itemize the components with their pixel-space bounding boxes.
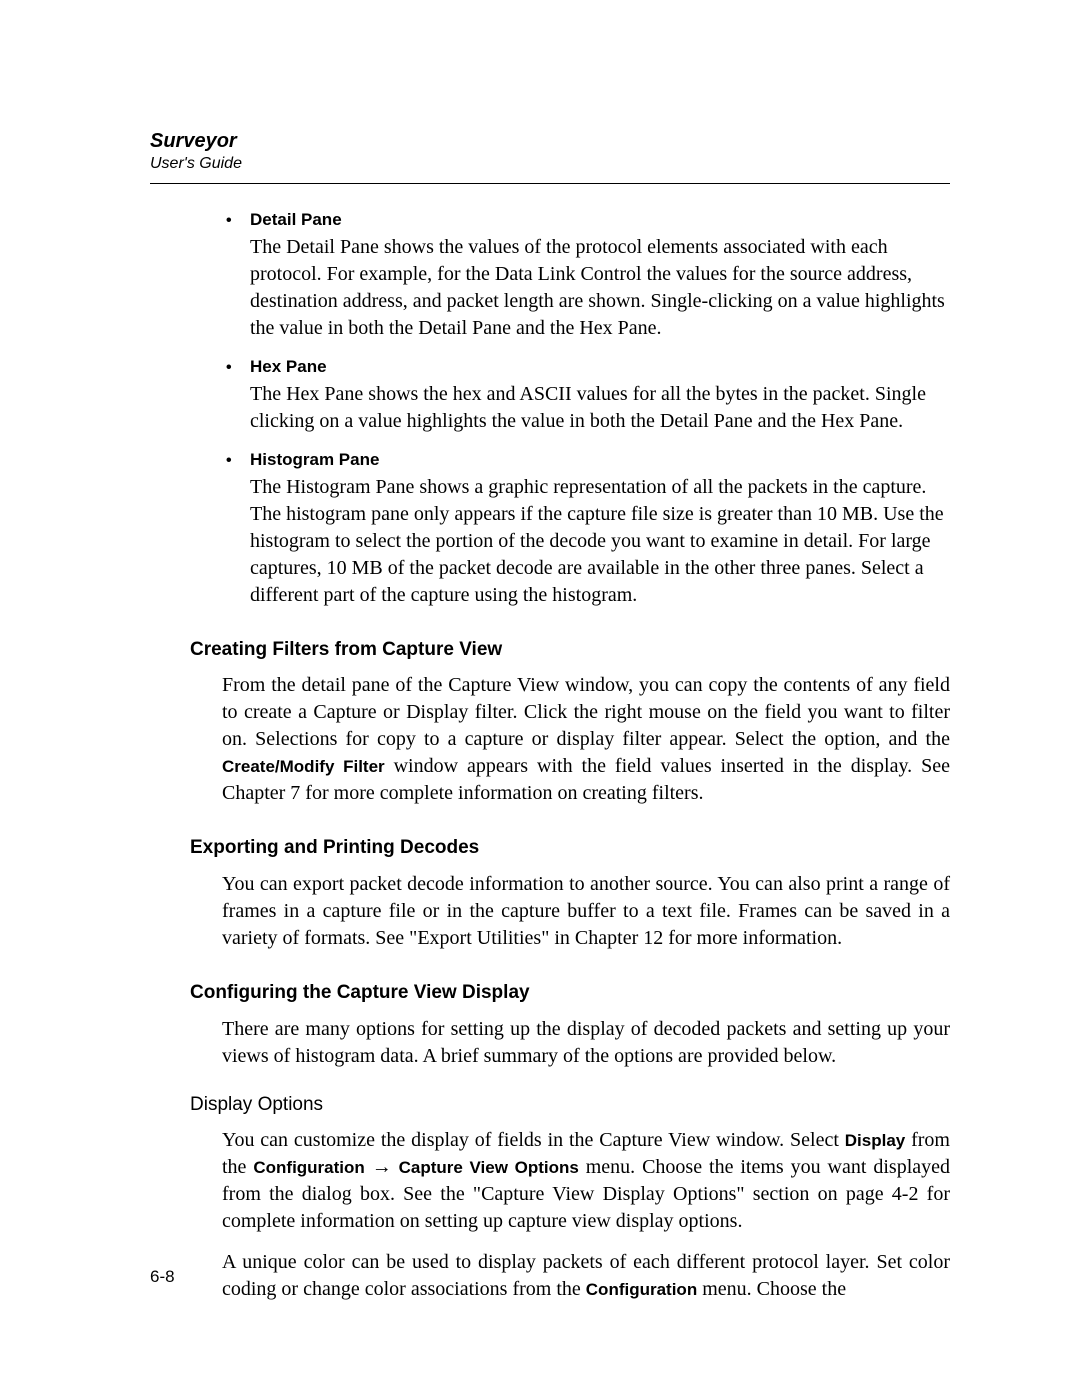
ui-label-display: Display [845,1131,905,1150]
pane-title: Histogram Pane [250,449,950,472]
arrow-icon: → [365,1156,399,1178]
text-run: You can customize the display of fields … [222,1129,845,1151]
paragraph: You can customize the display of fields … [222,1127,950,1235]
header-subtitle: User's Guide [150,155,950,173]
paragraph: A unique color can be used to display pa… [222,1249,950,1303]
header-title: Surveyor [150,130,950,153]
text-run: From the detail pane of the Capture View… [222,674,950,750]
pane-title: Detail Pane [250,209,950,232]
pane-body: The Detail Pane shows the values of the … [250,236,945,339]
section-heading-filters: Creating Filters from Capture View [190,637,950,663]
list-item: Detail Pane The Detail Pane shows the va… [222,209,950,342]
ui-label-capture-view-options: Capture View Options [399,1158,579,1177]
body-content: Detail Pane The Detail Pane shows the va… [222,209,950,1303]
list-item: Hex Pane The Hex Pane shows the hex and … [222,356,950,435]
paragraph: You can export packet decode information… [222,871,950,952]
document-page: Surveyor User's Guide Detail Pane The De… [0,0,1080,1397]
running-header: Surveyor User's Guide [150,130,950,173]
pane-title: Hex Pane [250,356,950,379]
pane-body: The Hex Pane shows the hex and ASCII val… [250,383,926,432]
section-heading-configuring: Configuring the Capture View Display [190,980,950,1006]
ui-label-create-modify-filter: Create/Modify Filter [222,757,385,776]
page-number: 6-8 [150,1267,175,1287]
header-rule [150,183,950,184]
paragraph: From the detail pane of the Capture View… [222,672,950,807]
subsection-heading-display-options: Display Options [190,1092,950,1118]
pane-list: Detail Pane The Detail Pane shows the va… [222,209,950,609]
section-heading-exporting: Exporting and Printing Decodes [190,835,950,861]
pane-body: The Histogram Pane shows a graphic repre… [250,476,944,606]
ui-label-configuration: Configuration [253,1158,364,1177]
ui-label-configuration: Configuration [586,1280,697,1299]
text-run: menu. Choose the [697,1278,846,1300]
list-item: Histogram Pane The Histogram Pane shows … [222,449,950,609]
paragraph: There are many options for setting up th… [222,1016,950,1070]
